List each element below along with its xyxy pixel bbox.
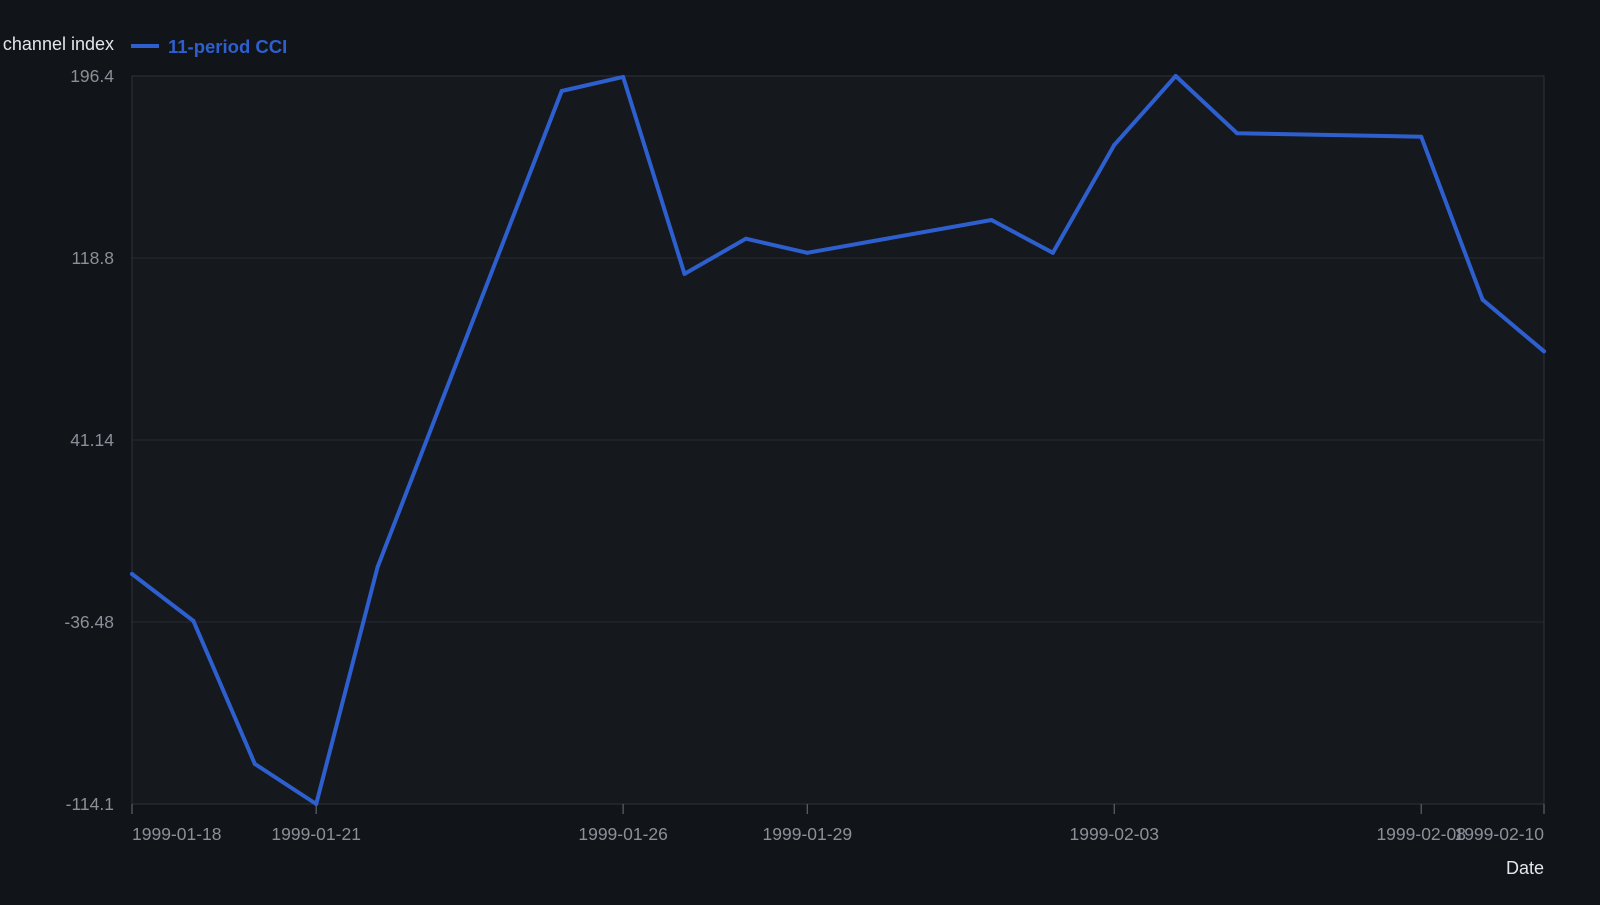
data-point bbox=[314, 802, 319, 806]
legend: Commodity channel index 11-period CCI bbox=[0, 34, 287, 57]
data-point bbox=[559, 89, 564, 94]
data-point bbox=[1235, 131, 1240, 136]
data-point bbox=[805, 250, 810, 255]
y-tick-label: 41.14 bbox=[70, 430, 114, 450]
data-point bbox=[191, 618, 196, 623]
x-tick-label: 1999-02-03 bbox=[1069, 824, 1159, 844]
data-point bbox=[989, 217, 994, 222]
x-tick-label: 1999-02-08 bbox=[1376, 824, 1466, 844]
cci-line-chart: 196.4 118.8 41.14 -36.48 -114.1 1999-01-18 19… bbox=[0, 0, 1600, 900]
y-tick-label: -36.48 bbox=[64, 612, 114, 632]
data-point bbox=[1419, 134, 1424, 139]
y-tick-label: 196.4 bbox=[70, 66, 114, 86]
y-axis-title: Commodity channel index bbox=[0, 34, 114, 54]
data-point bbox=[1480, 297, 1485, 302]
x-tick-label: 1999-01-18 bbox=[132, 824, 222, 844]
y-axis: 196.4 118.8 41.14 -36.48 -114.1 bbox=[64, 66, 114, 814]
y-tick-label: -114.1 bbox=[66, 794, 114, 814]
x-tick-label: 1999-02-10 bbox=[1454, 824, 1544, 844]
chart-svg: 196.4118.841.14-36.48-114.1 1999-01-18 19… bbox=[0, 34, 1546, 878]
x-axis: 1999-01-18 1999-01-21 1999-01-26 1999-01-29… bbox=[131, 804, 1545, 844]
data-point bbox=[1173, 74, 1178, 78]
data-point bbox=[252, 761, 257, 766]
x-tick-label: 1999-01-29 bbox=[763, 824, 853, 844]
data-point bbox=[375, 564, 380, 569]
y-tick-label: 118.8 bbox=[72, 248, 115, 268]
x-tick-label: 1999-01-21 bbox=[271, 824, 361, 844]
x-axis-title: Date bbox=[1506, 858, 1544, 878]
data-point bbox=[130, 571, 134, 576]
data-point bbox=[682, 271, 687, 276]
x-tick-label: 1999-01-26 bbox=[578, 824, 668, 844]
data-point bbox=[1112, 142, 1117, 147]
legend-entry-label: 11-period CCI bbox=[168, 36, 287, 57]
data-point bbox=[1542, 349, 1546, 354]
data-point bbox=[743, 236, 748, 241]
data-point bbox=[621, 74, 626, 79]
data-point bbox=[1050, 250, 1055, 255]
